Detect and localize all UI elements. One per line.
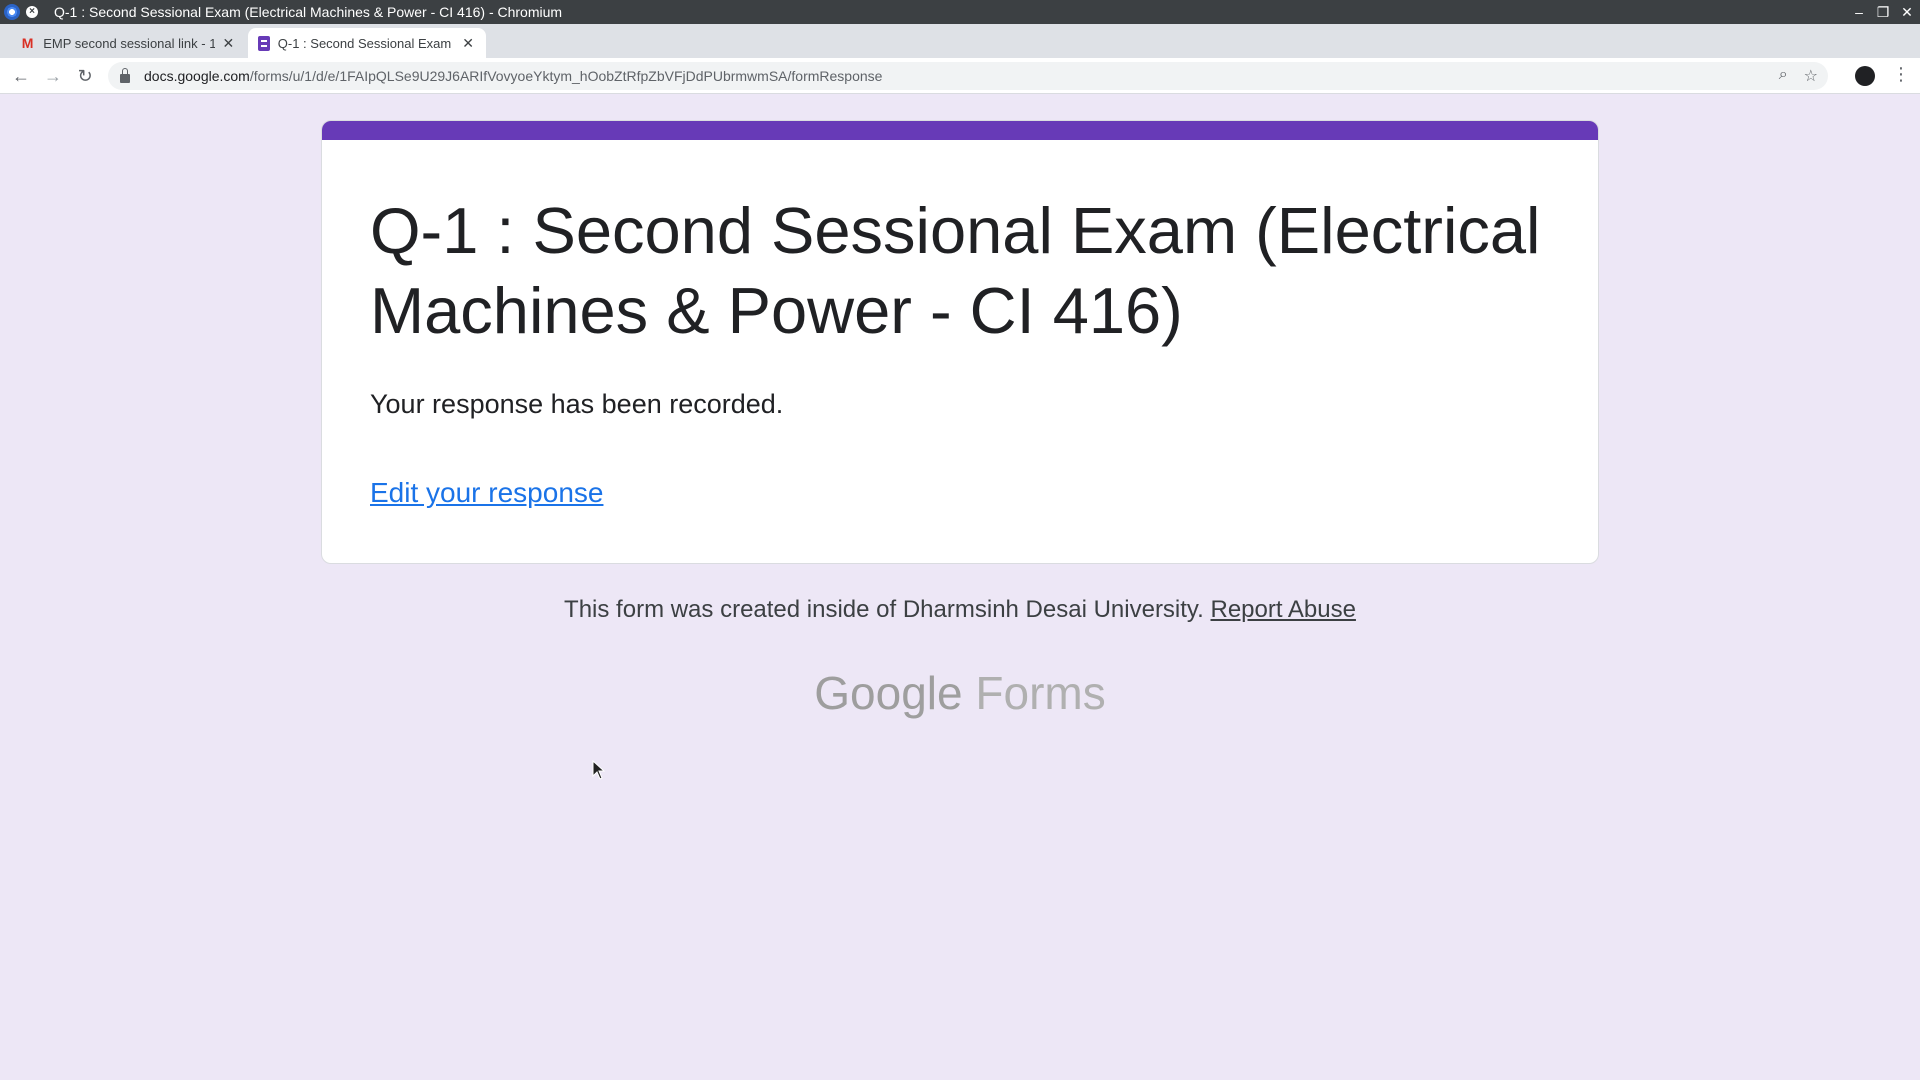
tab-strip: M EMP second sessional link - 1 ✕ Q-1 : … xyxy=(0,24,1920,76)
restore-icon[interactable]: ❐ xyxy=(1876,5,1890,19)
menu-icon[interactable]: ⋮ xyxy=(1892,64,1910,85)
google-forms-logo[interactable]: Google Forms xyxy=(0,666,1920,720)
response-message: Your response has been recorded. xyxy=(370,389,784,419)
brand-google: Google xyxy=(814,667,963,719)
bookmark-star-icon[interactable]: ☆ xyxy=(1804,66,1818,86)
brand-forms: Forms xyxy=(975,667,1106,719)
tab-label: Q-1 : Second Sessional Exam ( xyxy=(277,35,455,51)
address-bar[interactable]: docs.google.com/forms/u/1/d/e/1FAIpQLSe9… xyxy=(108,62,1828,90)
url-path: /forms/u/1/d/e/1FAIpQLSe9U29J6ARIfVovyoe… xyxy=(249,68,883,84)
window-titlebar: × Q-1 : Second Sessional Exam (Electrica… xyxy=(0,0,1920,24)
window-title: Q-1 : Second Sessional Exam (Electrical … xyxy=(54,4,563,20)
forms-icon xyxy=(258,35,270,51)
form-title: Q-1 : Second Sessional Exam (Electrical … xyxy=(370,194,1541,347)
tab-forms[interactable]: Q-1 : Second Sessional Exam ( ✕ xyxy=(248,28,486,58)
tab-gmail[interactable]: M EMP second sessional link - 1 ✕ xyxy=(10,28,246,58)
app-close-icon[interactable]: × xyxy=(26,6,38,18)
url-host: docs.google.com xyxy=(144,68,250,84)
close-icon[interactable]: ✕ xyxy=(1900,5,1914,19)
tab-label: EMP second sessional link - 1 xyxy=(43,35,215,51)
tab-close-icon[interactable]: ✕ xyxy=(221,35,236,52)
chromium-icon xyxy=(4,4,20,20)
footer-note: This form was created inside of Dharmsin… xyxy=(0,596,1920,624)
card-accent-bar xyxy=(322,121,1598,140)
tab-close-icon[interactable]: ✕ xyxy=(460,35,476,52)
zoom-icon[interactable]: ⌕ xyxy=(1779,66,1788,86)
reload-icon[interactable]: ↻ xyxy=(74,65,96,87)
footer-note-text: This form was created inside of Dharmsin… xyxy=(564,596,1204,623)
back-icon[interactable]: ← xyxy=(10,65,32,87)
form-card: Q-1 : Second Sessional Exam (Electrical … xyxy=(321,120,1599,564)
browser-toolbar: ← → ↻ docs.google.com/forms/u/1/d/e/1FAI… xyxy=(0,58,1920,94)
forward-icon[interactable]: → xyxy=(42,65,64,87)
lock-icon[interactable] xyxy=(120,67,130,83)
edit-response-link[interactable]: Edit your response xyxy=(370,477,603,509)
profile-avatar[interactable] xyxy=(1855,66,1875,86)
minimize-icon[interactable]: – xyxy=(1852,5,1866,19)
report-abuse-link[interactable]: Report Abuse xyxy=(1211,596,1356,623)
gmail-icon: M xyxy=(21,35,34,51)
